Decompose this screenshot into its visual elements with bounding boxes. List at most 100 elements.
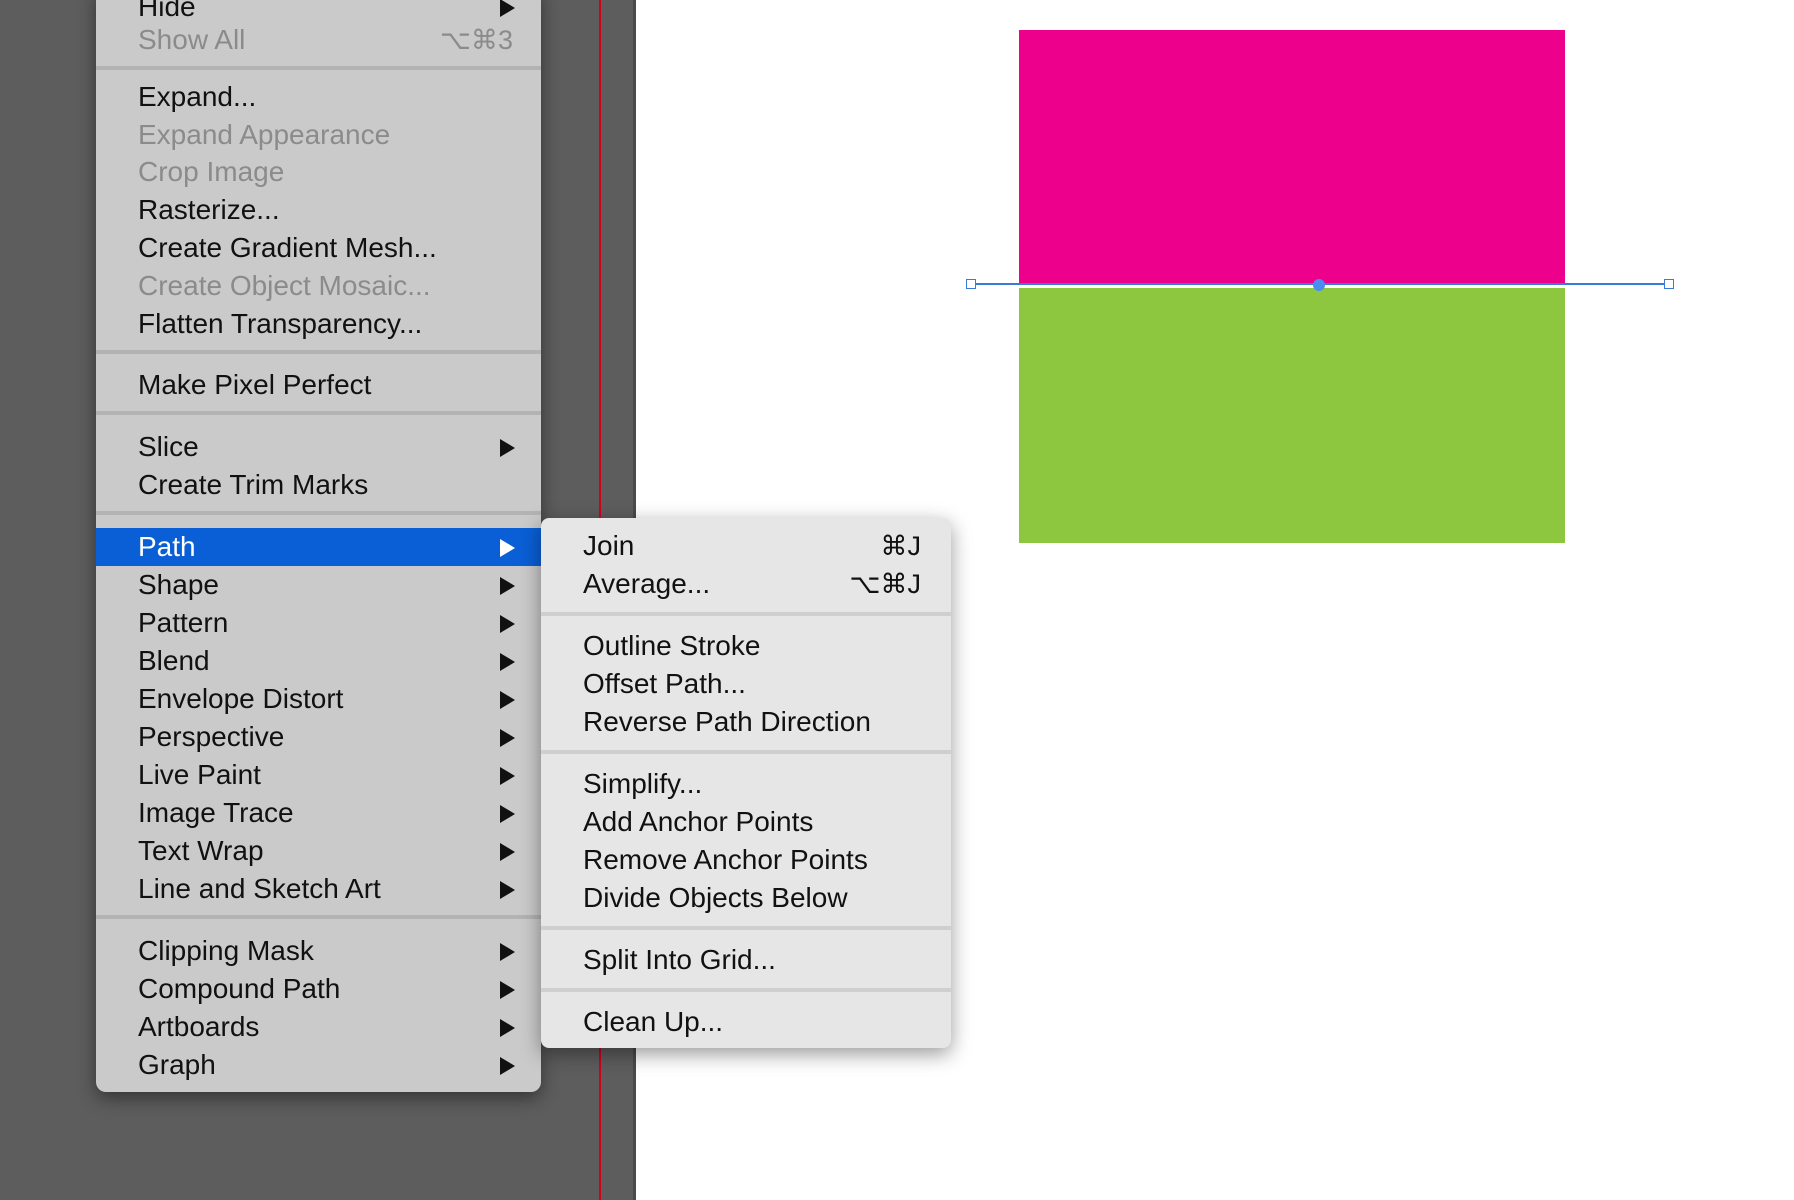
menu-separator — [541, 612, 951, 616]
menu-item-label: Add Anchor Points — [583, 806, 814, 837]
menu-separator — [96, 511, 541, 515]
menu-item-label: Clipping Mask — [138, 935, 314, 966]
submenu-item-reverse-path-direction[interactable]: Reverse Path Direction — [541, 703, 951, 741]
menu-item-blend[interactable]: Blend — [96, 642, 541, 680]
menu-item-create-object-mosaic: Create Object Mosaic... — [96, 267, 541, 305]
menu-item-live-paint[interactable]: Live Paint — [96, 756, 541, 794]
menu-item-label: Flatten Transparency... — [138, 308, 423, 339]
menu-item-label: Pattern — [138, 607, 229, 638]
submenu-item-add-anchor-points[interactable]: Add Anchor Points — [541, 803, 951, 841]
menu-item-label: Create Gradient Mesh... — [138, 232, 437, 263]
menu-item-label: Offset Path... — [583, 668, 746, 699]
menu-item-show-all: Show All ⌥⌘3 — [96, 21, 541, 59]
menu-item-graph[interactable]: Graph — [96, 1046, 541, 1084]
menu-item-label: Text Wrap — [138, 835, 264, 866]
menu-item-path[interactable]: Path — [96, 528, 541, 566]
menu-item-label: Split Into Grid... — [583, 944, 776, 975]
shortcut-label: ⌥⌘J — [849, 569, 921, 599]
submenu-item-simplify[interactable]: Simplify... — [541, 765, 951, 803]
menu-item-rasterize[interactable]: Rasterize... — [96, 191, 541, 229]
menu-item-label: Clean Up... — [583, 1006, 724, 1037]
selection-handle-left[interactable] — [966, 279, 976, 289]
menu-item-label: Shape — [138, 569, 219, 600]
menu-item-label: Artboards — [138, 1011, 260, 1042]
menu-item-label: Blend — [138, 645, 210, 676]
submenu-item-outline-stroke[interactable]: Outline Stroke — [541, 627, 951, 665]
menu-item-crop-image: Crop Image — [96, 153, 541, 191]
menu-item-label: Perspective — [138, 721, 285, 752]
menu-item-flatten-transparency[interactable]: Flatten Transparency... — [96, 305, 541, 343]
menu-item-label: Outline Stroke — [583, 630, 761, 661]
menu-item-envelope-distort[interactable]: Envelope Distort — [96, 680, 541, 718]
submenu-arrow-icon — [500, 0, 515, 17]
menu-item-clipping-mask[interactable]: Clipping Mask — [96, 932, 541, 970]
submenu-arrow-icon — [500, 881, 515, 899]
submenu-arrow-icon — [500, 729, 515, 747]
object-menu: Hide Show All ⌥⌘3 Expand... Expand Appea… — [96, 0, 541, 1092]
shortcut-label: ⌥⌘3 — [439, 25, 513, 55]
submenu-item-remove-anchor-points[interactable]: Remove Anchor Points — [541, 841, 951, 879]
submenu-arrow-icon — [500, 439, 515, 457]
submenu-arrow-icon — [500, 539, 515, 557]
menu-item-label: Path — [138, 531, 196, 562]
submenu-item-join[interactable]: Join ⌘J — [541, 527, 951, 565]
menu-item-label: Create Object Mosaic... — [138, 270, 431, 301]
menu-item-perspective[interactable]: Perspective — [96, 718, 541, 756]
menu-item-label: Join — [583, 530, 635, 561]
submenu-arrow-icon — [500, 1057, 515, 1075]
menu-item-label: Line and Sketch Art — [138, 873, 381, 904]
anchor-point-center[interactable] — [1313, 279, 1325, 291]
menu-item-artboards[interactable]: Artboards — [96, 1008, 541, 1046]
submenu-item-divide-objects-below[interactable]: Divide Objects Below — [541, 879, 951, 917]
submenu-arrow-icon — [500, 653, 515, 671]
menu-item-slice[interactable]: Slice — [96, 428, 541, 466]
menu-item-pattern[interactable]: Pattern — [96, 604, 541, 642]
menu-item-label: Envelope Distort — [138, 683, 344, 714]
menu-item-label: Image Trace — [138, 797, 294, 828]
menu-item-create-gradient-mesh[interactable]: Create Gradient Mesh... — [96, 229, 541, 267]
menu-item-label: Reverse Path Direction — [583, 706, 871, 737]
menu-item-label: Compound Path — [138, 973, 341, 1004]
menu-item-line-and-sketch-art[interactable]: Line and Sketch Art — [96, 870, 541, 908]
menu-separator — [541, 926, 951, 930]
menu-item-shape[interactable]: Shape — [96, 566, 541, 604]
menu-separator — [541, 988, 951, 992]
green-rectangle[interactable] — [1019, 288, 1565, 543]
menu-item-label: Make Pixel Perfect — [138, 369, 372, 400]
menu-item-text-wrap[interactable]: Text Wrap — [96, 832, 541, 870]
menu-item-label: Live Paint — [138, 759, 261, 790]
selection-handle-right[interactable] — [1664, 279, 1674, 289]
submenu-arrow-icon — [500, 805, 515, 823]
menu-item-label: Hide — [138, 0, 196, 22]
submenu-item-split-into-grid[interactable]: Split Into Grid... — [541, 941, 951, 979]
menu-separator — [96, 411, 541, 415]
shortcut-label: ⌘J — [880, 531, 922, 561]
menu-item-label: Create Trim Marks — [138, 469, 369, 500]
submenu-arrow-icon — [500, 1019, 515, 1037]
submenu-arrow-icon — [500, 943, 515, 961]
menu-item-label: Average... — [583, 568, 711, 599]
submenu-arrow-icon — [500, 843, 515, 861]
magenta-rectangle[interactable] — [1019, 30, 1565, 283]
menu-item-make-pixel-perfect[interactable]: Make Pixel Perfect — [96, 366, 541, 404]
menu-item-label: Crop Image — [138, 156, 285, 187]
menu-item-create-trim-marks[interactable]: Create Trim Marks — [96, 466, 541, 504]
submenu-item-average[interactable]: Average... ⌥⌘J — [541, 565, 951, 603]
menu-item-expand[interactable]: Expand... — [96, 78, 541, 116]
menu-item-label: Show All — [138, 24, 246, 55]
menu-item-label: Simplify... — [583, 768, 703, 799]
menu-separator — [541, 750, 951, 754]
menu-item-label: Remove Anchor Points — [583, 844, 868, 875]
submenu-arrow-icon — [500, 767, 515, 785]
submenu-item-offset-path[interactable]: Offset Path... — [541, 665, 951, 703]
menu-item-label: Slice — [138, 431, 199, 462]
menu-item-label: Divide Objects Below — [583, 882, 848, 913]
menu-item-image-trace[interactable]: Image Trace — [96, 794, 541, 832]
menu-item-label: Expand... — [138, 81, 257, 112]
submenu-item-clean-up[interactable]: Clean Up... — [541, 1003, 951, 1041]
submenu-arrow-icon — [500, 691, 515, 709]
menu-separator — [96, 66, 541, 70]
menu-item-expand-appearance: Expand Appearance — [96, 116, 541, 154]
menu-item-label: Graph — [138, 1049, 216, 1080]
menu-item-compound-path[interactable]: Compound Path — [96, 970, 541, 1008]
